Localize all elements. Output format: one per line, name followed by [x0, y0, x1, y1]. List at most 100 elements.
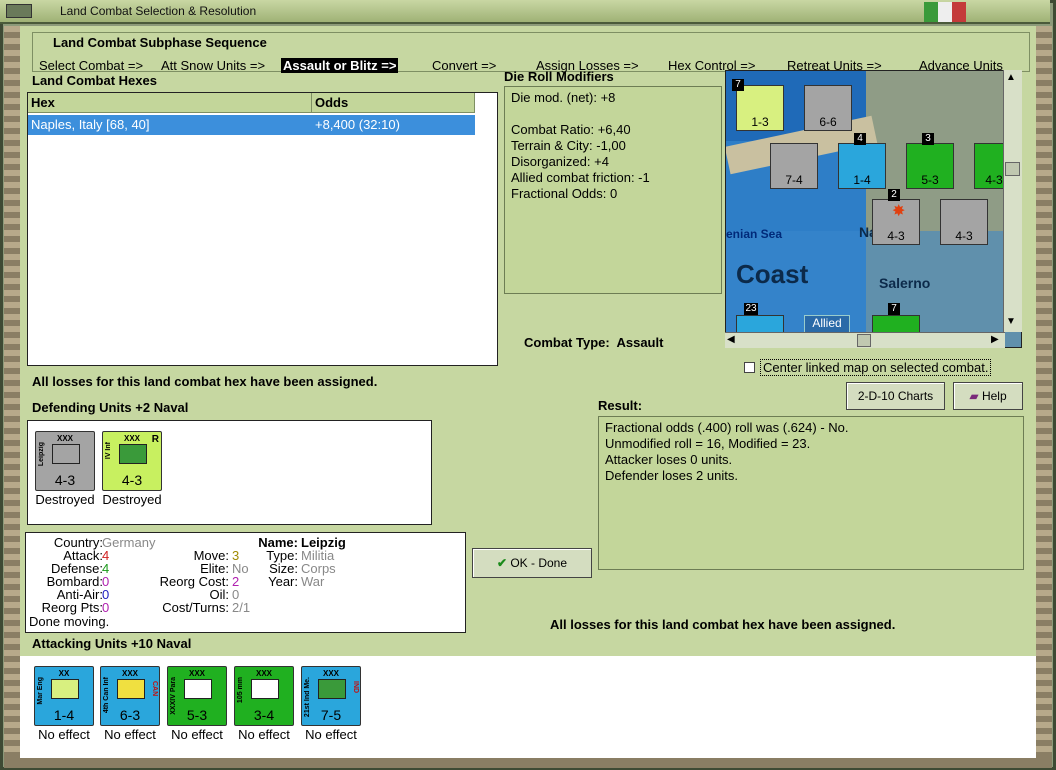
hex-column-header[interactable]: Hex — [28, 93, 312, 113]
stack-count: 3 — [922, 133, 934, 145]
odds-column-header[interactable]: Odds — [312, 93, 475, 113]
map-counter-strength: 5-3 — [921, 173, 939, 187]
result-panel: Fractional odds (.400) roll was (.624) -… — [598, 416, 1024, 570]
drm-line: Die mod. (net): +8 — [511, 90, 616, 105]
result-line: Defender loses 2 units. — [605, 468, 738, 483]
attacking-unit-counter[interactable]: XXX 105 mm 3-4 — [234, 666, 294, 726]
modifiers-title: Die Roll Modifiers — [504, 69, 614, 84]
map-counter[interactable]: 6-6 — [804, 85, 852, 131]
costturns-value: 2/1 — [232, 600, 251, 615]
map-salerno-label: Salerno — [879, 275, 931, 291]
stack-count: 4 — [854, 133, 866, 145]
unit-status-text: Done moving. — [29, 614, 110, 629]
result-title: Result: — [598, 398, 643, 413]
flag-icon-green — [924, 2, 938, 22]
map-sea-label: enian Sea — [726, 227, 783, 241]
subphase-sequence: Land Combat Subphase Sequence Select Com… — [32, 32, 1030, 73]
mech-infantry-symbol-icon — [318, 679, 346, 699]
charts-button[interactable]: 2-D-10 Charts — [846, 382, 945, 410]
paratrooper-symbol-icon — [184, 679, 212, 699]
map-counter-strength: 1-3 — [751, 115, 769, 129]
map-counter-strength: 1-4 — [853, 173, 871, 187]
drm-line: Combat Ratio: +6,40 — [511, 122, 631, 137]
defending-unit-counter[interactable]: XXX IV Inf R 4-3 — [102, 431, 162, 491]
unit-status: No effect — [305, 727, 357, 742]
bottom-border — [4, 758, 1052, 768]
scroll-down-icon[interactable]: ▼ — [1006, 316, 1016, 327]
stack-count: 2 — [888, 189, 900, 201]
map-counter[interactable]: 1-3 — [736, 85, 784, 131]
drm-line: Disorganized: +4 — [511, 154, 609, 169]
sequence-title: Land Combat Subphase Sequence — [53, 35, 267, 50]
center-map-checkbox[interactable] — [744, 362, 755, 373]
attacking-unit-counter[interactable]: XXX 21st Ind Me. IND 7-5 — [301, 666, 361, 726]
map-horizontal-scrollbar[interactable]: ◀ ▶ — [725, 332, 1005, 348]
unit-status: No effect — [171, 727, 223, 742]
drm-line: Allied combat friction: -1 — [511, 170, 650, 185]
scroll-right-icon[interactable]: ▶ — [991, 334, 999, 345]
drm-line: Fractional Odds: 0 — [511, 186, 618, 201]
table-row[interactable]: Naples, Italy [68, 40] +8,400 (32:10) — [28, 115, 475, 135]
map-counter-strength: 6-6 — [819, 115, 837, 129]
modifiers-panel: Die mod. (net): +8 Combat Ratio: +6,40 T… — [504, 86, 722, 294]
country-value: Germany — [102, 535, 156, 550]
costturns-label: Cost/Turns: — [162, 600, 229, 615]
map-counter[interactable]: 1-4 — [838, 143, 886, 189]
stack-count: 7 — [888, 303, 900, 315]
right-border — [1036, 26, 1052, 758]
unit-badge: R — [151, 434, 159, 445]
hexes-title: Land Combat Hexes — [32, 73, 157, 88]
scroll-thumb[interactable] — [857, 334, 871, 347]
unit-badge: CAN — [151, 681, 158, 697]
unit-name: IV Inf — [105, 442, 112, 460]
attacking-unit-counter[interactable]: XX Mar Eng 1-4 — [34, 666, 94, 726]
map-counter-strength: 4-3 — [887, 229, 905, 243]
help-button[interactable]: ▰ Help — [953, 382, 1023, 410]
odds-cell: +8,400 (32:10) — [315, 117, 400, 132]
defending-units-panel: XXX Leipzig 4-3 Destroyed XXX IV Inf R 4… — [27, 420, 432, 525]
map-counter-strength: 7-4 — [785, 173, 803, 187]
seq-assault-blitz: Assault or Blitz => — [281, 58, 399, 73]
hex-cell: Naples, Italy [68, 40] — [31, 117, 150, 132]
unit-name: Leipzig — [38, 442, 45, 467]
stack-count: 23 — [744, 303, 758, 315]
help-book-icon: ▰ — [969, 389, 979, 403]
unit-status: Destroyed — [102, 492, 162, 507]
losses-message-top: All losses for this land combat hex have… — [32, 374, 378, 389]
seq-convert: Convert => — [432, 58, 497, 73]
flag-icon-white — [938, 2, 952, 22]
hexes-table[interactable]: Hex Odds Naples, Italy [68, 40] +8,400 (… — [27, 92, 498, 366]
ok-done-button[interactable]: ✔ OK - Done — [472, 548, 592, 578]
defending-unit-counter[interactable]: XXX Leipzig 4-3 — [35, 431, 95, 491]
attacking-unit-counter[interactable]: XXX XXXIV Para 5-3 — [167, 666, 227, 726]
map-counter[interactable]: 4-3 — [940, 199, 988, 245]
result-line: Fractional odds (.400) roll was (.624) -… — [605, 420, 849, 435]
help-button-label: Help — [981, 389, 1007, 403]
scroll-up-icon[interactable]: ▲ — [1006, 72, 1016, 83]
unit-strength: 1-4 — [53, 707, 75, 723]
unit-status: No effect — [38, 727, 90, 742]
infantry-symbol-icon — [117, 679, 145, 699]
scroll-thumb[interactable] — [1005, 162, 1020, 176]
window-grip-icon[interactable] — [6, 4, 32, 18]
combat-type-label: Combat Type: Assault — [524, 335, 663, 350]
linked-map[interactable]: enian Sea Coast Napl Salerno 1-3 6-6 7-4… — [725, 70, 1022, 348]
flag-icon-red — [952, 2, 966, 22]
map-counter[interactable]: 7-4 — [770, 143, 818, 189]
attacking-title: Attacking Units +10 Naval — [32, 636, 192, 651]
combat-type-value: Assault — [616, 335, 664, 350]
unit-strength: 5-3 — [186, 707, 208, 723]
center-map-label[interactable]: Center linked map on selected combat. — [760, 359, 992, 376]
attacking-unit-counter[interactable]: XXX 4th Can Inf CAN 6-3 — [100, 666, 160, 726]
scroll-left-icon[interactable]: ◀ — [727, 334, 735, 345]
unit-strength: 4-3 — [121, 472, 143, 488]
combat-type-caption: Combat Type: — [524, 335, 610, 350]
window-title: Land Combat Selection & Resolution — [60, 4, 257, 18]
map-vertical-scrollbar[interactable]: ▲ ▼ — [1003, 70, 1022, 332]
reorgpts-label: Reorg Pts: — [41, 600, 103, 615]
map-counter[interactable]: 5-3 — [906, 143, 954, 189]
unit-status: Destroyed — [35, 492, 95, 507]
unit-name: 105 mm — [237, 677, 244, 704]
unit-name: Mar Eng — [37, 677, 44, 705]
unit-info-panel: Country: Germany Attack: 4 Defense: 4 Bo… — [25, 532, 466, 633]
